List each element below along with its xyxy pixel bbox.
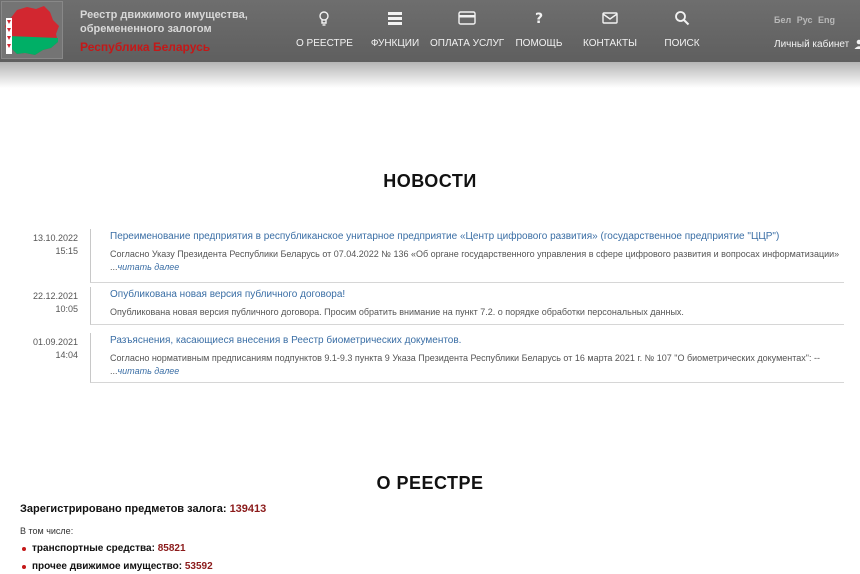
stat-label: транспортные средства: (32, 543, 155, 554)
about-heading: О РЕЕСТРЕ (376, 473, 484, 493)
header-shadow (0, 62, 860, 88)
news-body: Переименование предприятия в республикан… (90, 229, 844, 283)
server-icon (370, 10, 420, 32)
stat-item-other-property: прочее движимое имущество: 53592 (20, 561, 266, 572)
site-title-line2: обремененного залогом (80, 23, 212, 35)
site-brand[interactable]: Реестр движимого имущества, обремененног… (80, 8, 280, 54)
news-text: Согласно нормативным предписаниям подпун… (110, 352, 844, 378)
lightbulb-icon (296, 10, 352, 32)
news-body: Разъяснения, касающиеся внесения в Реест… (90, 333, 844, 383)
nav-search[interactable]: ПОИСК (660, 10, 704, 49)
read-more-link[interactable]: читать далее (118, 262, 180, 272)
nav-label: ОПЛАТА УСЛУГ (430, 38, 505, 49)
news-date-day: 01.09.2021 (32, 337, 78, 347)
nav-contacts[interactable]: КОНТАКТЫ (582, 10, 638, 49)
search-icon (660, 10, 704, 32)
lang-en[interactable]: Eng (818, 15, 835, 25)
news-date: 13.10.2022 15:15 (0, 232, 78, 258)
news-date-day: 22.12.2021 (32, 291, 78, 301)
nav-functions[interactable]: ФУНКЦИИ (370, 10, 420, 49)
belarus-flag-map-icon (5, 6, 59, 55)
news-date: 22.12.2021 10:05 (0, 290, 78, 316)
site-country: Республика Беларусь (80, 40, 211, 54)
registry-stats: Зарегистрировано предметов залога: 13941… (20, 503, 266, 572)
language-switcher: Бел Рус Eng (774, 15, 838, 25)
including-label: В том числе: (20, 526, 74, 536)
nav-about-registry[interactable]: О РЕЕСТРЕ (296, 10, 353, 49)
news-excerpt: Согласно нормативным предписаниям подпун… (110, 353, 820, 376)
stat-value: 85821 (157, 543, 186, 554)
stat-label: прочее движимое имущество: (32, 561, 183, 572)
news-date-day: 13.10.2022 (32, 233, 78, 243)
news-body: Опубликована новая версия публичного дог… (90, 287, 844, 325)
site-title-line1: Реестр движимого имущества, (80, 9, 248, 21)
news-text: Опубликована новая версия публичного дог… (110, 306, 844, 319)
news-title-link[interactable]: Опубликована новая версия публичного дог… (110, 288, 844, 302)
user-icon (854, 39, 860, 49)
belarus-map-logo[interactable] (1, 1, 63, 59)
lang-be[interactable]: Бел (774, 15, 791, 25)
news-date: 01.09.2021 14:04 (0, 336, 78, 362)
nav-label: ФУНКЦИИ (370, 38, 420, 49)
lang-ru[interactable]: Рус (797, 15, 813, 25)
news-excerpt: Согласно Указу Президента Республики Бел… (110, 249, 840, 272)
news-title-link[interactable]: Разъяснения, касающиеся внесения в Реест… (110, 334, 844, 348)
question-icon: ? (514, 10, 564, 32)
news-heading: НОВОСТИ (383, 171, 477, 191)
nav-payment[interactable]: ОПЛАТА УСЛУГ (430, 10, 504, 49)
svg-text:?: ? (535, 11, 543, 26)
nav-label: ПОМОЩЬ (515, 38, 563, 49)
credit-card-icon (430, 10, 504, 32)
registered-value: 139413 (229, 503, 267, 515)
personal-cabinet-link[interactable]: Личный кабинет (774, 39, 860, 50)
news-date-time: 10:05 (55, 304, 78, 314)
news-title-link[interactable]: Переименование предприятия в республикан… (110, 230, 844, 244)
news-date-time: 15:15 (55, 246, 78, 256)
news-excerpt: Опубликована новая версия публичного дог… (110, 307, 684, 317)
envelope-icon (582, 10, 638, 32)
stat-item-vehicles: транспортные средства: 85821 (20, 543, 266, 554)
news-date-time: 14:04 (55, 350, 78, 360)
nav-label: О РЕЕСТРЕ (296, 38, 353, 49)
nav-label: КОНТАКТЫ (583, 38, 637, 49)
news-text: Согласно Указу Президента Республики Бел… (110, 248, 844, 274)
registered-label: Зарегистрировано предметов залога: (20, 503, 227, 515)
registered-total: Зарегистрировано предметов залога: 13941… (20, 503, 266, 515)
stat-value: 53592 (184, 561, 213, 572)
nav-help[interactable]: ? ПОМОЩЬ (514, 10, 564, 49)
read-more-link[interactable]: читать далее (118, 366, 180, 376)
cabinet-label: Личный кабинет (774, 39, 850, 50)
site-header: Реестр движимого имущества, обремененног… (0, 0, 860, 62)
nav-label: ПОИСК (664, 38, 700, 49)
